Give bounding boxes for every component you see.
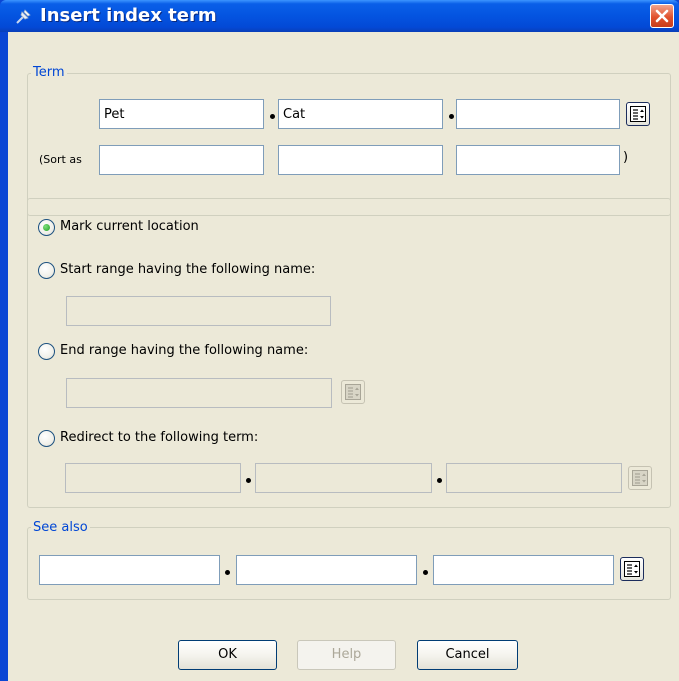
radio-label: Start range having the following name:: [60, 262, 316, 277]
term-picker-icon: [624, 561, 640, 577]
term-field-3[interactable]: [456, 99, 620, 129]
see-also-legend: See also: [31, 520, 90, 535]
radio-button[interactable]: [38, 219, 55, 236]
sort-as-field-2[interactable]: [278, 145, 443, 175]
dialog-body: Term (Sort as ) Mark current loca: [8, 32, 679, 681]
see-also-separator-1: [225, 570, 230, 575]
radio-redirect[interactable]: Redirect to the following term:: [38, 429, 338, 449]
term-field-1[interactable]: [99, 99, 264, 129]
radio-label: Mark current location: [60, 219, 199, 234]
sort-as-field-1[interactable]: [99, 145, 264, 175]
dialog-title: Insert index term: [40, 5, 217, 26]
see-also-picker-button[interactable]: [620, 557, 644, 581]
see-also-field-1[interactable]: [39, 555, 220, 585]
redirect-separator-2: [437, 478, 442, 483]
radio-end-range[interactable]: End range having the following name:: [38, 342, 378, 362]
cancel-button[interactable]: Cancel: [417, 640, 518, 670]
radio-label: Redirect to the following term:: [60, 430, 259, 445]
pin-icon: [14, 8, 32, 26]
redirect-picker-button[interactable]: [628, 466, 652, 490]
term-picker-icon: [630, 106, 646, 122]
radio-button[interactable]: [38, 262, 55, 279]
term-field-2[interactable]: [278, 99, 443, 129]
redirect-field-3[interactable]: [446, 463, 622, 493]
ok-button[interactable]: OK: [178, 640, 277, 670]
dialog-window: Insert index term Term Pet Cat (Sort as …: [0, 0, 679, 681]
redirect-field-1[interactable]: [65, 463, 241, 493]
radio-label: End range having the following name:: [60, 343, 309, 358]
help-button[interactable]: Help: [297, 640, 396, 670]
end-range-picker-button[interactable]: [341, 380, 365, 404]
close-button[interactable]: [650, 4, 674, 28]
term-separator-1: [270, 114, 275, 119]
radio-start-range[interactable]: Start range having the following name:: [38, 261, 378, 281]
term-picker-icon: [345, 384, 361, 400]
radio-button[interactable]: [38, 343, 55, 360]
start-range-name-field[interactable]: [66, 296, 331, 326]
see-also-separator-2: [423, 570, 428, 575]
term-separator-2: [449, 114, 454, 119]
term-picker-button[interactable]: [626, 102, 650, 126]
term-legend: Term: [31, 65, 67, 80]
sort-as-field-3[interactable]: [456, 145, 620, 175]
sort-as-close-paren: ): [623, 150, 629, 165]
sort-as-label: (Sort as: [39, 153, 82, 166]
see-also-field-2[interactable]: [236, 555, 417, 585]
end-range-name-field[interactable]: [66, 378, 332, 408]
radio-mark-current-location[interactable]: Mark current location: [38, 218, 258, 238]
title-bar[interactable]: Insert index term: [0, 0, 679, 32]
redirect-separator-1: [246, 478, 251, 483]
radio-button[interactable]: [38, 430, 55, 447]
redirect-field-2[interactable]: [255, 463, 432, 493]
close-icon: [655, 9, 669, 23]
radio-selected-dot: [43, 224, 50, 231]
see-also-field-3[interactable]: [433, 555, 614, 585]
term-picker-icon: [632, 470, 648, 486]
